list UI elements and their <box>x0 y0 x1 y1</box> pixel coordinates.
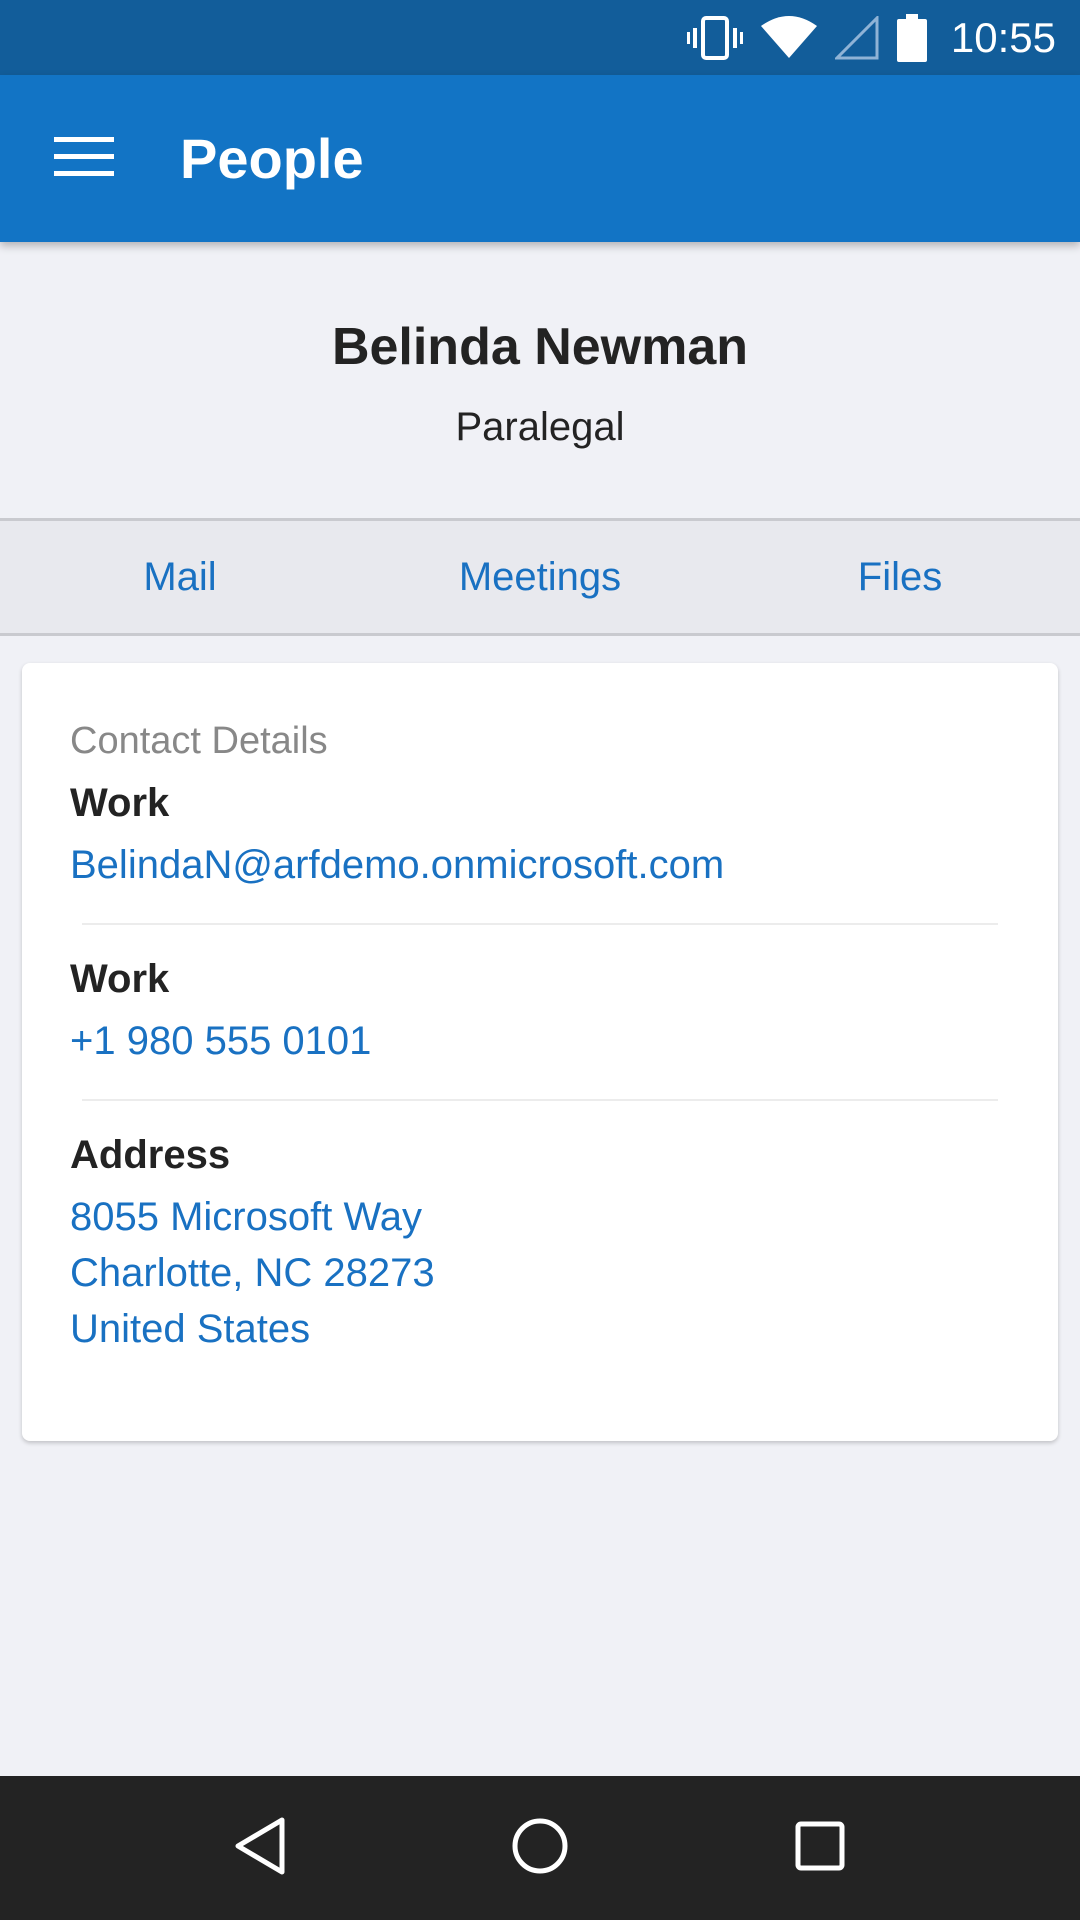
contact-details-card: Contact Details Work BelindaN@arfdemo.on… <box>22 663 1058 1441</box>
divider <box>82 922 998 925</box>
vibrate-icon <box>686 15 743 60</box>
status-bar: 10:55 <box>0 0 1080 75</box>
status-time: 10:55 <box>950 13 1056 61</box>
address-label: Address <box>70 1132 231 1177</box>
menu-button[interactable] <box>42 117 126 201</box>
home-button[interactable] <box>490 1798 590 1898</box>
profile-header: Belinda Newman Paralegal <box>0 242 1080 518</box>
wifi-icon <box>760 15 817 60</box>
tab-files[interactable]: Files <box>720 555 1080 600</box>
home-icon <box>511 1817 569 1879</box>
email-link[interactable]: BelindaN@arfdemo.onmicrosoft.com <box>70 837 1010 893</box>
back-icon <box>232 1816 288 1880</box>
phone-link[interactable]: +1 980 555 0101 <box>70 1013 1010 1069</box>
email-label: Work <box>70 780 170 825</box>
back-button[interactable] <box>210 1798 310 1898</box>
divider <box>82 1098 998 1101</box>
address-link[interactable]: 8055 Microsoft Way Charlotte, NC 28273 U… <box>70 1189 1010 1357</box>
profile-role: Paralegal <box>455 405 625 449</box>
cell-signal-icon <box>834 15 879 60</box>
app-bar: People <box>0 75 1080 242</box>
hamburger-menu-icon <box>54 136 114 181</box>
system-nav-bar <box>0 1776 1080 1920</box>
phone-field-group: Work +1 980 555 0101 <box>70 955 1010 1069</box>
address-field-group: Address 8055 Microsoft Way Charlotte, NC… <box>70 1131 1010 1357</box>
recents-icon <box>795 1821 845 1875</box>
battery-icon <box>896 13 927 62</box>
phone-label: Work <box>70 956 170 1001</box>
tab-mail[interactable]: Mail <box>0 555 360 600</box>
recents-button[interactable] <box>770 1798 870 1898</box>
email-field-group: Work BelindaN@arfdemo.onmicrosoft.com <box>70 779 1010 893</box>
profile-name: Belinda Newman <box>331 318 749 376</box>
tab-meetings[interactable]: Meetings <box>360 555 720 600</box>
action-tabs: Mail Meetings Files <box>0 518 1080 636</box>
page-title: People <box>180 127 364 190</box>
card-title: Contact Details <box>70 720 328 762</box>
address-line-3: United States <box>70 1306 311 1351</box>
address-line-1: 8055 Microsoft Way <box>70 1194 422 1239</box>
address-line-2: Charlotte, NC 28273 <box>70 1250 435 1295</box>
